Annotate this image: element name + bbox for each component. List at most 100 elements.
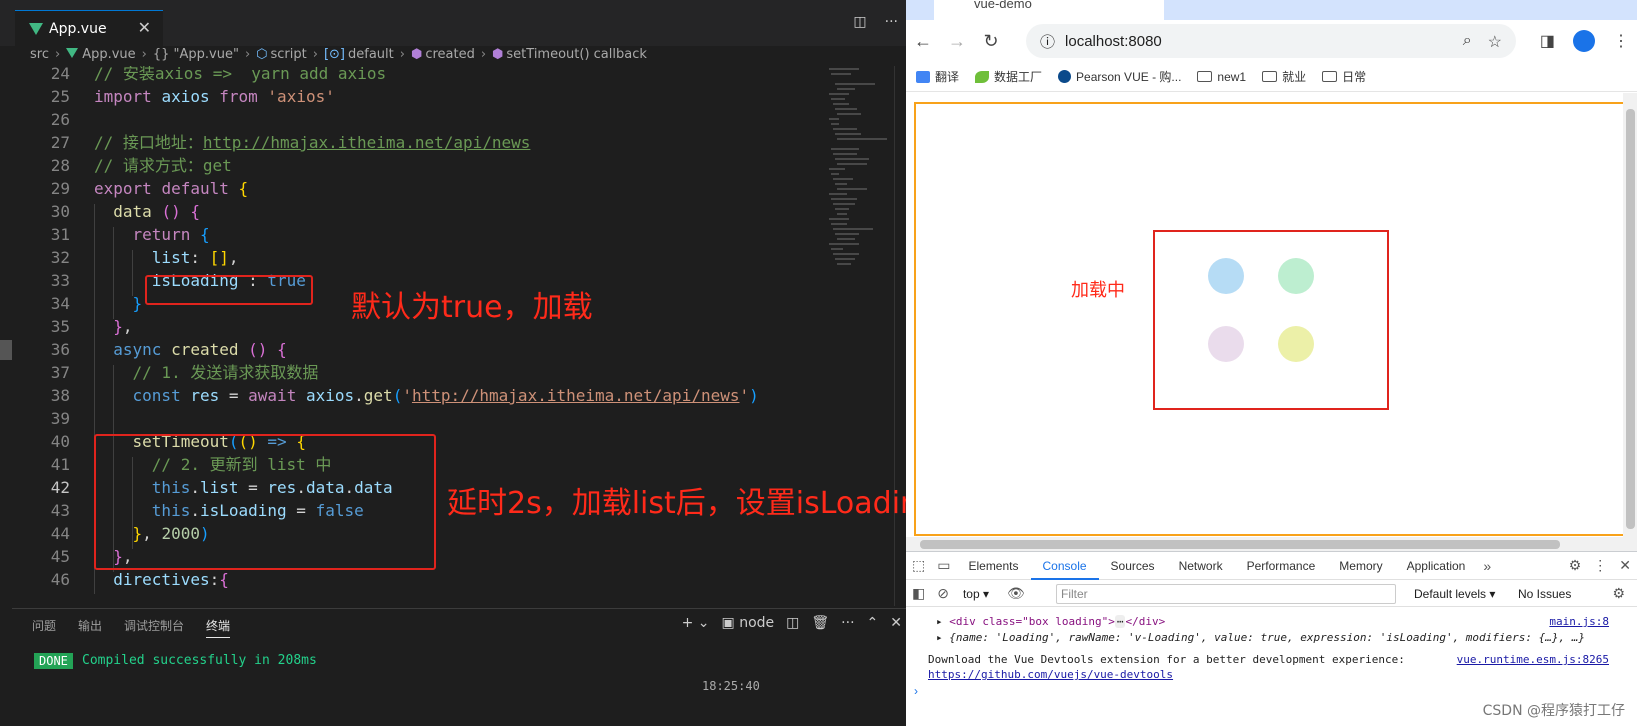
tab-performance[interactable]: Performance — [1235, 552, 1328, 580]
annotation-default-true: 默认为true，加载 — [351, 290, 593, 325]
maximize-panel-icon[interactable]: ⌃ — [867, 615, 879, 631]
address-bar[interactable]: ⓘ localhost:8080 ⌕ ☆ — [1026, 24, 1516, 58]
minimap-line — [837, 138, 887, 140]
console-filter-input[interactable]: Filter — [1056, 584, 1396, 604]
more-icon[interactable]: ··· — [841, 615, 854, 631]
tab-terminal[interactable]: 终端 — [206, 617, 231, 638]
tab-application[interactable]: Application — [1395, 552, 1478, 580]
code-token: ) — [749, 386, 759, 405]
device-toggle-icon[interactable]: ▭ — [931, 557, 956, 574]
tab-debug-console[interactable]: 调试控制台 — [124, 617, 184, 638]
settings-gear-icon[interactable]: ⚙ — [1563, 557, 1588, 574]
code-token: . — [354, 386, 364, 405]
split-terminal-icon[interactable]: ◫ — [786, 615, 799, 631]
sidebar-toggle-icon[interactable]: ◧ — [906, 585, 931, 602]
code-text: export default { — [94, 177, 248, 201]
minimap[interactable] — [825, 66, 895, 306]
scrollbar-thumb[interactable] — [1626, 109, 1635, 529]
log-object-text: {name: 'Loading', rawName: 'v-Loading', … — [949, 631, 1586, 644]
issues-count[interactable]: No Issues — [1518, 587, 1571, 601]
bookmark-new1[interactable]: new1 — [1197, 70, 1246, 84]
scrollbar-thumb[interactable] — [920, 540, 1560, 549]
console-settings-icon[interactable]: ⚙ — [1606, 585, 1631, 602]
folder-icon — [1262, 71, 1278, 82]
vertical-scrollbar[interactable] — [1623, 93, 1637, 551]
context-select[interactable]: top ▾ — [963, 587, 989, 601]
reload-icon[interactable]: ↻ — [974, 31, 1008, 52]
tab-problems[interactable]: 问题 — [32, 617, 56, 638]
console-prompt-icon[interactable]: › — [914, 684, 918, 698]
code-text: import axios from 'axios' — [94, 85, 335, 109]
tab-elements[interactable]: Elements — [956, 552, 1030, 580]
log-source-link[interactable]: main.js:8 — [1549, 615, 1609, 628]
console-log-element[interactable]: ▸ <div class="box loading"> ⋯ </div> — [936, 615, 1165, 628]
highlight-box-settimeout — [94, 434, 436, 570]
editor-scrollbar[interactable] — [894, 66, 906, 606]
log-levels-select[interactable]: Default levels ▾ — [1414, 587, 1495, 601]
bookmark-jobs[interactable]: 就业 — [1262, 68, 1306, 85]
site-info-icon[interactable]: ⓘ — [1040, 31, 1055, 52]
bookmark-pearson[interactable]: Pearson VUE - 购... — [1058, 68, 1181, 85]
split-editor-icon[interactable]: ◫ — [853, 14, 866, 30]
bookmark-daily[interactable]: 日常 — [1322, 68, 1366, 85]
inspect-icon[interactable]: ⬚ — [906, 557, 931, 574]
log-source-link[interactable]: vue.runtime.esm.js:8265 — [1457, 653, 1609, 666]
browser-tab[interactable]: vue-demo — [934, 0, 1164, 20]
forward-icon[interactable]: → — [940, 31, 974, 52]
code-text: // 接口地址：http://hmajax.itheima.net/api/ne… — [94, 131, 530, 155]
breadcrumb-created[interactable]: ⬢ created — [411, 47, 475, 62]
close-panel-icon[interactable]: ✕ — [890, 615, 902, 631]
devtools-link[interactable]: https://github.com/vuejs/vue-devtools — [928, 668, 1173, 681]
line-number: 24 — [50, 66, 70, 83]
side-panel-icon[interactable]: ◨ — [1540, 31, 1555, 51]
terminal-instance[interactable]: ▣ node — [722, 615, 775, 631]
minimap-line — [833, 228, 873, 230]
tab-network[interactable]: Network — [1167, 552, 1235, 580]
bookmark-translate[interactable]: 翻译 — [916, 68, 959, 85]
breadcrumb-src[interactable]: src — [30, 47, 49, 62]
more-tabs-icon[interactable]: » — [1477, 558, 1497, 574]
tab-sources[interactable]: Sources — [1099, 552, 1167, 580]
kebab-menu-icon[interactable]: ⋮ — [1587, 557, 1613, 574]
breadcrumb-module[interactable]: {} "App.vue" — [153, 47, 239, 62]
done-badge: DONE — [34, 653, 73, 669]
breadcrumb-file[interactable]: App.vue — [66, 47, 136, 62]
tab-console[interactable]: Console — [1030, 552, 1099, 580]
editor-tab-app-vue[interactable]: App.vue ✕ — [15, 10, 163, 46]
trash-icon[interactable]: 🗑 — [811, 615, 829, 631]
expand-arrow-icon[interactable]: ▸ — [936, 615, 943, 628]
bookmark-star-icon[interactable]: ☆ — [1488, 32, 1502, 52]
breadcrumb-callback[interactable]: ⬢ setTimeout() callback — [492, 47, 647, 62]
horizontal-scrollbar[interactable] — [906, 537, 1623, 551]
menu-icon[interactable]: ⋮ — [1613, 31, 1629, 51]
expand-arrow-icon[interactable]: ▸ — [936, 631, 943, 644]
method-symbol-icon: ⬢ — [410, 46, 423, 62]
back-icon[interactable]: ← — [906, 31, 940, 52]
tab-memory[interactable]: Memory — [1327, 552, 1394, 580]
clear-console-icon[interactable]: ⊘ — [931, 585, 955, 602]
minimap-line — [829, 93, 849, 95]
code-token: { — [277, 340, 287, 359]
more-actions-icon[interactable]: ··· — [885, 14, 898, 30]
eye-icon[interactable]: 👁 — [1001, 585, 1031, 602]
avatar[interactable] — [1573, 30, 1595, 52]
close-devtools-icon[interactable]: ✕ — [1613, 557, 1637, 574]
new-terminal-icon[interactable]: + ⌄ — [682, 615, 710, 631]
ellipsis-badge[interactable]: ⋯ — [1114, 615, 1126, 628]
tab-output[interactable]: 输出 — [78, 617, 102, 638]
breadcrumb-script[interactable]: ⬡ script — [256, 47, 307, 62]
loading-dot — [1278, 258, 1314, 294]
close-icon[interactable]: ✕ — [138, 18, 151, 37]
code-token: default — [161, 179, 229, 198]
console-log-object[interactable]: ▸ {name: 'Loading', rawName: 'v-Loading'… — [936, 631, 1585, 644]
code-token: { — [238, 179, 249, 198]
breadcrumb-default[interactable]: [⊙] default — [324, 47, 394, 62]
bookmark-data-factory[interactable]: 数据工厂 — [975, 68, 1042, 85]
zoom-icon[interactable]: ⌕ — [1463, 32, 1472, 52]
